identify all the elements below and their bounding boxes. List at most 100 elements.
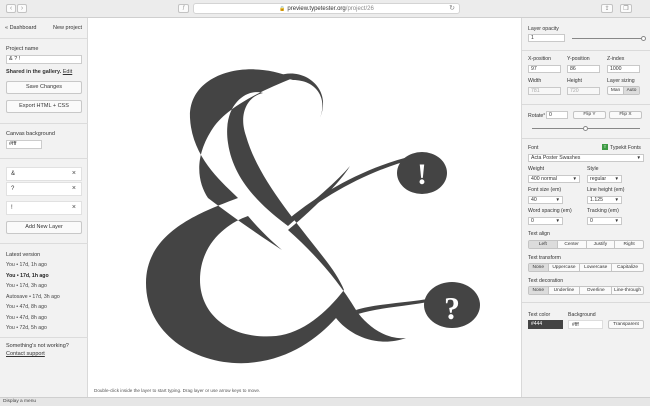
design-canvas[interactable]: ! ? Double-click inside the layer to sta… <box>88 18 521 397</box>
transform-none-option[interactable]: None <box>529 264 549 271</box>
url-bar[interactable]: 🔒 preview.typetester.org/project/26 ↻ <box>193 3 460 14</box>
layer-item[interactable]: ! × <box>6 201 82 215</box>
glyph-artwork[interactable]: ! ? <box>88 18 521 397</box>
rotate-input[interactable]: 0 <box>546 111 568 119</box>
font-size-value: 40 <box>531 197 537 203</box>
chevron-down-icon: ▼ <box>636 155 641 160</box>
weight-select[interactable]: 400 normal ▼ <box>528 175 580 183</box>
dashboard-link[interactable]: « Dashboard <box>5 25 37 31</box>
rotate-slider-handle[interactable] <box>583 125 588 131</box>
decoration-none-option[interactable]: None <box>529 287 549 294</box>
typekit-icon: T <box>602 144 608 150</box>
transform-uppercase-option[interactable]: Uppercase <box>549 264 581 271</box>
style-label: Style <box>587 166 599 172</box>
decoration-linethrough-option[interactable]: Line-through <box>612 287 643 294</box>
flip-y-button[interactable]: Flip Y <box>573 111 606 119</box>
url-path: /project/26 <box>345 6 374 12</box>
decoration-underline-option[interactable]: Underline <box>549 287 581 294</box>
new-project-link[interactable]: New project <box>53 25 82 31</box>
align-left-option[interactable]: Left <box>529 241 558 248</box>
decoration-overline-option[interactable]: Overline <box>580 287 613 294</box>
zindex-label: Z-index <box>607 56 625 62</box>
share-icon[interactable]: ⇪ <box>601 4 613 13</box>
text-decoration-label: Text decoration <box>528 278 564 284</box>
divider <box>0 158 88 159</box>
text-color-swatch[interactable]: #444 <box>528 320 563 329</box>
zindex-input[interactable]: 1000 <box>607 65 640 73</box>
width-input[interactable]: 781 <box>528 87 561 95</box>
exclamation-glyph: ! <box>417 158 427 191</box>
align-right-option[interactable]: Right <box>615 241 643 248</box>
project-name-label: Project name <box>6 46 39 52</box>
close-icon[interactable]: × <box>72 202 76 214</box>
project-name-input[interactable]: & ? ! <box>6 55 82 64</box>
canvas-hint: Double-click inside the layer to start t… <box>94 388 261 393</box>
transparent-button[interactable]: Transparent <box>608 320 644 329</box>
transform-capitalize-option[interactable]: Capitalize <box>612 264 643 271</box>
version-item[interactable]: You • 17d, 1h ago <box>6 262 47 268</box>
divider <box>0 337 88 338</box>
save-changes-button[interactable]: Save Changes <box>6 81 82 94</box>
sizing-auto-option[interactable]: Auto <box>624 87 639 94</box>
rotate-label: Rotate° <box>528 113 546 119</box>
width-label: Width <box>528 78 542 84</box>
edit-shared-link[interactable]: Edit <box>63 69 72 75</box>
close-icon[interactable]: × <box>72 168 76 180</box>
version-item[interactable]: You • 17d, 3h ago <box>6 283 47 289</box>
flip-x-button[interactable]: Flip X <box>609 111 642 119</box>
version-item[interactable]: You • 47d, 8h ago <box>6 304 47 310</box>
add-layer-button[interactable]: Add New Layer <box>6 221 82 234</box>
layer-item[interactable]: ? × <box>6 182 82 196</box>
background-label: Background <box>568 312 596 318</box>
canvas-bg-input[interactable]: #fff <box>6 140 42 149</box>
font-value: Acta Poster Swashes <box>531 155 581 161</box>
word-spacing-select[interactable]: 0 ▼ <box>528 217 563 225</box>
help-text: Something's not working? <box>6 343 69 349</box>
forward-arrow-icon[interactable]: › <box>17 4 27 13</box>
ampersand-glyph <box>146 69 406 364</box>
xpos-input[interactable]: 97 <box>528 65 561 73</box>
latest-version-label: Latest version <box>6 252 41 258</box>
export-button[interactable]: Export HTML + CSS <box>6 100 82 113</box>
back-arrow-icon[interactable]: ‹ <box>6 4 16 13</box>
version-item[interactable]: Autosave • 17d, 3h ago <box>6 294 60 300</box>
divider <box>0 123 88 124</box>
ypos-label: Y-position <box>567 56 590 62</box>
layer-item[interactable]: & × <box>6 167 82 181</box>
close-icon[interactable]: × <box>72 183 76 195</box>
layer-name: ! <box>11 205 13 211</box>
browser-toolbar: ‹ › ƒ 🔒 preview.typetester.org/project/26… <box>0 0 650 18</box>
version-item[interactable]: You • 72d, 5h ago <box>6 325 47 331</box>
ypos-input[interactable]: 86 <box>567 65 600 73</box>
typekit-label[interactable]: Typekit Fonts <box>610 145 641 151</box>
height-input[interactable]: 720 <box>567 87 600 95</box>
sizing-man-option[interactable]: Man <box>608 87 624 94</box>
version-item[interactable]: You • 17d, 1h ago <box>6 273 49 279</box>
text-align-label: Text align <box>528 231 550 237</box>
line-height-select[interactable]: 1.125 ▼ <box>587 196 622 204</box>
layer-opacity-input[interactable]: 1 <box>528 34 565 42</box>
layer-opacity-label: Layer opacity <box>528 26 559 32</box>
opacity-slider-handle[interactable] <box>641 35 646 41</box>
font-size-select[interactable]: 40 ▼ <box>528 196 563 204</box>
version-item[interactable]: You • 47d, 8h ago <box>6 315 47 321</box>
shared-label: Shared in the gallery. <box>6 69 62 75</box>
tracking-select[interactable]: 0 ▼ <box>587 217 622 225</box>
font-select[interactable]: Acta Poster Swashes ▼ <box>528 154 644 162</box>
reload-icon[interactable]: ↻ <box>449 4 455 14</box>
background-color-swatch[interactable]: #fff <box>568 320 603 329</box>
transform-lowercase-option[interactable]: Lowercase <box>580 264 613 271</box>
tabs-icon[interactable]: ❐ <box>620 4 632 13</box>
left-sidebar: « Dashboard New project Project name & ?… <box>0 18 88 397</box>
word-spacing-value: 0 <box>531 218 534 224</box>
align-justify-option[interactable]: Justify <box>587 241 616 248</box>
reader-icon[interactable]: ƒ <box>178 4 189 13</box>
align-center-option[interactable]: Center <box>558 241 587 248</box>
contact-support-link[interactable]: Contact support <box>6 351 45 357</box>
opacity-slider-track[interactable] <box>572 38 644 39</box>
height-label: Height <box>567 78 582 84</box>
text-transform-label: Text transform <box>528 255 561 261</box>
chevron-down-icon: ▼ <box>614 218 619 223</box>
chevron-down-icon: ▼ <box>572 176 577 181</box>
style-select[interactable]: regular ▼ <box>587 175 622 183</box>
